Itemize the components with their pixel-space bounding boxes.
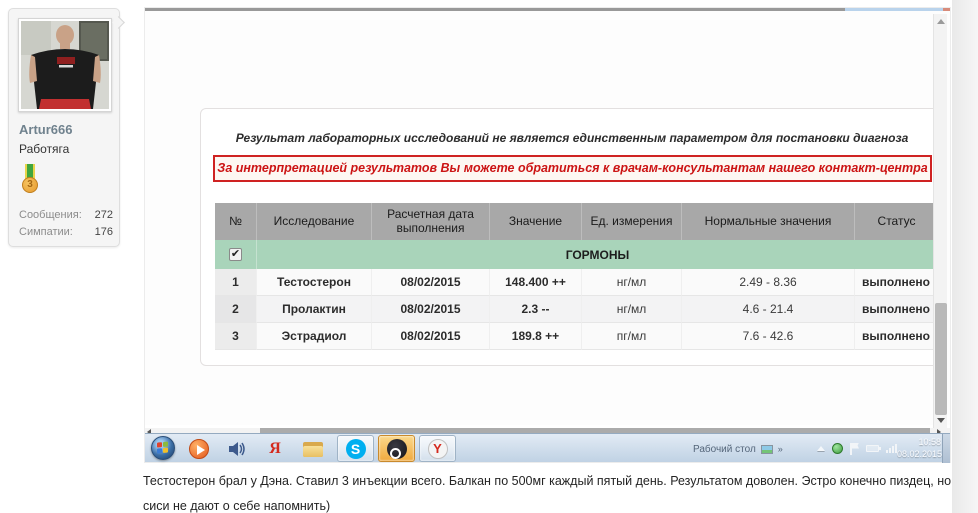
media-player-icon[interactable]: [187, 437, 211, 461]
col-header-value: Значение: [490, 203, 582, 240]
scroll-up-arrow-icon[interactable]: [937, 19, 945, 24]
post-body-text: Тестостерон брал у Дэна. Ставил 3 инъекц…: [143, 469, 953, 513]
medal-coin: 3: [22, 177, 38, 193]
cell-status: выполнено: [855, 296, 938, 323]
col-header-normal: Нормальные значения: [682, 203, 855, 240]
steam-icon: [387, 439, 407, 459]
vscroll-thumb[interactable]: [935, 303, 947, 415]
cell-test-name: Тестостерон: [257, 269, 372, 296]
stat-messages: Сообщения: 272: [19, 209, 113, 224]
yandex-browser-taskbar-button[interactable]: Y: [419, 435, 456, 462]
stat-messages-value: 272: [95, 209, 113, 221]
table-header-row: № Исследование Расчетная дата выполнения…: [215, 203, 938, 240]
lab-warning-text: За интерпретацией результатов Вы можете …: [215, 157, 930, 180]
skype-taskbar-button[interactable]: S: [337, 435, 374, 462]
cell-normal: 2.49 - 8.36: [682, 269, 855, 296]
user-title: Работяга: [19, 142, 114, 156]
scroll-down-arrow-icon[interactable]: [937, 418, 945, 423]
steam-taskbar-button[interactable]: [378, 435, 415, 462]
table-row: 3 Эстрадиол 08/02/2015 189.8 ++ пг/мл 7.…: [215, 323, 938, 350]
forum-post-page: Artur666 Работяга 3 Сообщения: 272 Симпа…: [0, 0, 978, 513]
cell-date: 08/02/2015: [372, 323, 490, 350]
clock-date: 08.02.2015: [897, 448, 941, 460]
yandex-icon[interactable]: Я: [263, 437, 287, 461]
cell-num: 2: [215, 296, 257, 323]
volume-icon[interactable]: [225, 437, 249, 461]
cell-num: 1: [215, 269, 257, 296]
cell-normal: 7.6 - 42.6: [682, 323, 855, 350]
stat-likes: Симпатии: 176: [19, 226, 113, 241]
cell-value: 148.400 ++: [490, 269, 582, 296]
col-header-status: Статус: [855, 203, 938, 240]
yandex-browser-icon: Y: [428, 439, 448, 459]
toolbar-chevron-icon[interactable]: »: [778, 444, 783, 454]
stat-messages-label: Сообщения:: [19, 209, 82, 221]
col-header-unit: Ед. измерения: [582, 203, 682, 240]
table-row: 2 Пролактин 08/02/2015 2.3 -- нг/мл 4.6 …: [215, 296, 938, 323]
hidden-icons-chevron-icon[interactable]: [817, 446, 825, 451]
section-checkbox[interactable]: ✔: [229, 248, 242, 261]
cell-date: 08/02/2015: [372, 296, 490, 323]
cell-test-name: Эстрадиол: [257, 323, 372, 350]
skype-icon: S: [346, 439, 366, 459]
cell-unit: нг/мл: [582, 269, 682, 296]
windows-flag-icon: [157, 441, 169, 454]
stat-likes-value: 176: [95, 226, 113, 238]
speaker-glyph: [228, 441, 246, 457]
cell-date: 08/02/2015: [372, 269, 490, 296]
show-desktop-button[interactable]: [942, 434, 950, 463]
desktop-toolbar-label: Рабочий стол: [693, 444, 756, 455]
user-card: Artur666 Работяга 3 Сообщения: 272 Симпа…: [8, 8, 120, 247]
avatar[interactable]: [18, 18, 112, 112]
cell-normal: 4.6 - 21.4: [682, 296, 855, 323]
desktop-toolbar[interactable]: Рабочий стол »: [693, 442, 783, 456]
section-label: ГОРМОНЫ: [257, 240, 938, 269]
col-header-date: Расчетная дата выполнения: [372, 203, 490, 240]
col-header-num: №: [215, 203, 257, 240]
picture-icon: [761, 445, 773, 454]
windows-taskbar: Я S Y Рабочий стол »: [145, 433, 950, 462]
lab-results-table: № Исследование Расчетная дата выполнения…: [215, 203, 938, 350]
cell-value: 189.8 ++: [490, 323, 582, 350]
embedded-screenshot[interactable]: Результат лабораторных исследований не я…: [145, 8, 950, 462]
username-link[interactable]: Artur666: [19, 122, 114, 137]
system-tray: [817, 434, 897, 463]
action-center-flag-icon[interactable]: [850, 443, 859, 455]
taskbar-clock[interactable]: 10:58 08.02.2015: [897, 436, 941, 460]
cell-status: выполнено: [855, 323, 938, 350]
medal-icon: 3: [21, 164, 39, 200]
lab-warning-box: За интерпретацией результатов Вы можете …: [213, 155, 932, 182]
cell-status: выполнено: [855, 269, 938, 296]
table-row: 1 Тестостерон 08/02/2015 148.400 ++ нг/м…: [215, 269, 938, 296]
cell-unit: пг/мл: [582, 323, 682, 350]
avatar-image: [21, 21, 109, 109]
start-button[interactable]: [151, 436, 175, 460]
page-right-gutter: [952, 0, 978, 513]
cell-test-name: Пролактин: [257, 296, 372, 323]
lab-disclaimer-text: Результат лабораторных исследований не я…: [205, 131, 939, 145]
clock-time: 10:58: [897, 436, 941, 448]
cell-value: 2.3 --: [490, 296, 582, 323]
cell-num: 3: [215, 323, 257, 350]
explorer-folder-icon[interactable]: [301, 437, 325, 461]
battery-icon[interactable]: [866, 445, 879, 452]
network-signal-icon[interactable]: [886, 444, 897, 453]
cell-unit: нг/мл: [582, 296, 682, 323]
table-section-row: ✔ ГОРМОНЫ: [215, 240, 938, 269]
section-checkbox-cell: ✔: [215, 240, 257, 269]
browser-vscrollbar[interactable]: [933, 14, 947, 428]
col-header-test: Исследование: [257, 203, 372, 240]
stat-likes-label: Симпатии:: [19, 226, 73, 238]
tray-green-app-icon[interactable]: [832, 443, 843, 454]
browser-page: Результат лабораторных исследований не я…: [145, 11, 950, 425]
